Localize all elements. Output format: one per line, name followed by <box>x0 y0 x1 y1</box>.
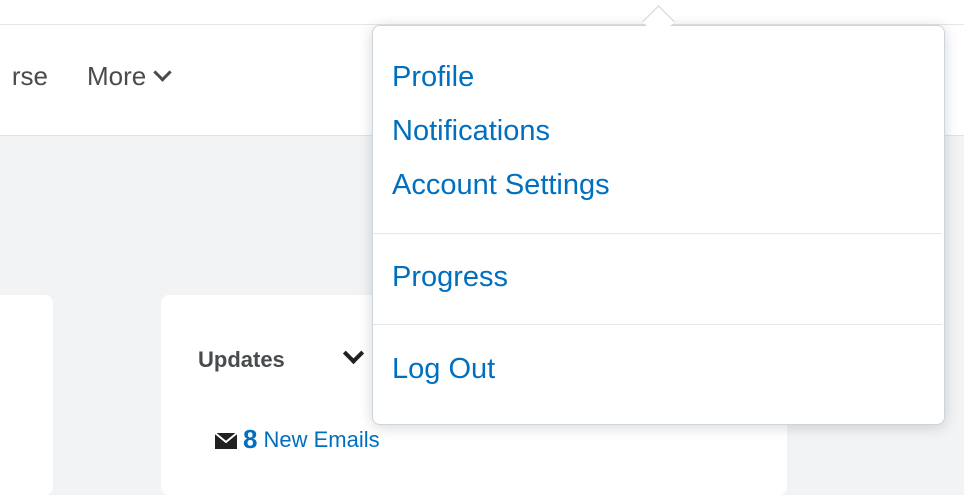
email-label: New Emails <box>263 426 380 452</box>
nav-item-course-label: rse <box>11 63 48 89</box>
chevron-down-icon <box>153 63 172 82</box>
top-header-strip <box>0 0 964 25</box>
new-emails-link[interactable]: 8 New Emails <box>215 424 380 455</box>
menu-divider <box>373 324 942 325</box>
menu-item-profile[interactable]: Profile <box>392 63 474 92</box>
email-count: 8 <box>243 424 258 454</box>
menu-item-account-settings[interactable]: Account Settings <box>392 171 610 200</box>
menu-item-notifications[interactable]: Notifications <box>392 117 550 146</box>
widget-card-left <box>0 295 53 495</box>
updates-widget-title: Updates <box>198 347 285 372</box>
nav-item-more-label: More <box>87 61 147 91</box>
menu-item-log-out[interactable]: Log Out <box>392 355 495 384</box>
nav-item-course[interactable]: rse <box>0 63 48 89</box>
envelope-icon <box>215 432 237 449</box>
nav-item-more[interactable]: More <box>87 61 172 91</box>
menu-item-progress[interactable]: Progress <box>392 263 508 292</box>
menu-divider <box>373 233 942 234</box>
